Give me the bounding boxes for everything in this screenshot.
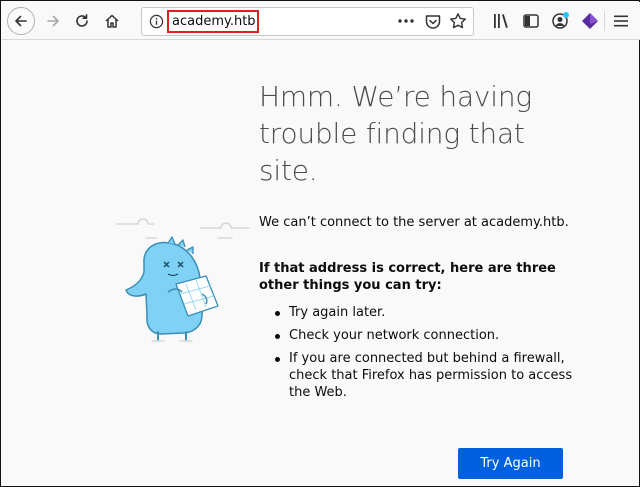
account-icon[interactable] [550, 11, 570, 31]
page-title: Hmm. We’re having trouble finding that s… [259, 80, 533, 187]
toolbar-separator [604, 11, 605, 31]
star-icon[interactable] [449, 12, 467, 30]
home-icon [105, 14, 119, 28]
more-dots-icon[interactable] [396, 11, 416, 31]
back-icon [15, 15, 27, 27]
list-item: Check your network connection. [273, 327, 573, 344]
info-icon[interactable] [149, 14, 164, 29]
dinosaur-illustration-icon [115, 218, 250, 342]
error-description: We can’t connect to the server at academ… [259, 215, 569, 230]
error-page: Hmm. We’re having trouble finding that s… [2, 41, 640, 487]
reload-icon [76, 14, 88, 27]
sidebar-icon[interactable] [521, 11, 541, 31]
list-item: Try again later. [273, 304, 573, 321]
forward-icon [47, 15, 59, 27]
suggestions-heading: If that address is correct, here are thr… [259, 261, 556, 293]
pocket-icon[interactable] [424, 13, 442, 31]
list-item: If you are connected but behind a firewa… [273, 350, 573, 401]
menu-icon[interactable] [611, 11, 631, 31]
try-again-button[interactable]: Try Again [458, 448, 563, 479]
browser-window: academy.htb Hmm. We’re having trouble fi… [0, 0, 640, 487]
address-bar[interactable]: academy.htb [141, 7, 474, 36]
library-icon[interactable] [491, 11, 511, 31]
reload-button[interactable] [68, 7, 96, 35]
url-text[interactable]: academy.htb [167, 10, 259, 33]
back-button[interactable] [7, 7, 35, 35]
home-button[interactable] [98, 7, 126, 35]
extension-icon[interactable] [580, 11, 600, 31]
suggestions-list: Try again later. Check your network conn… [273, 304, 573, 407]
navigation-toolbar: academy.htb [2, 2, 640, 40]
forward-button[interactable] [39, 7, 67, 35]
